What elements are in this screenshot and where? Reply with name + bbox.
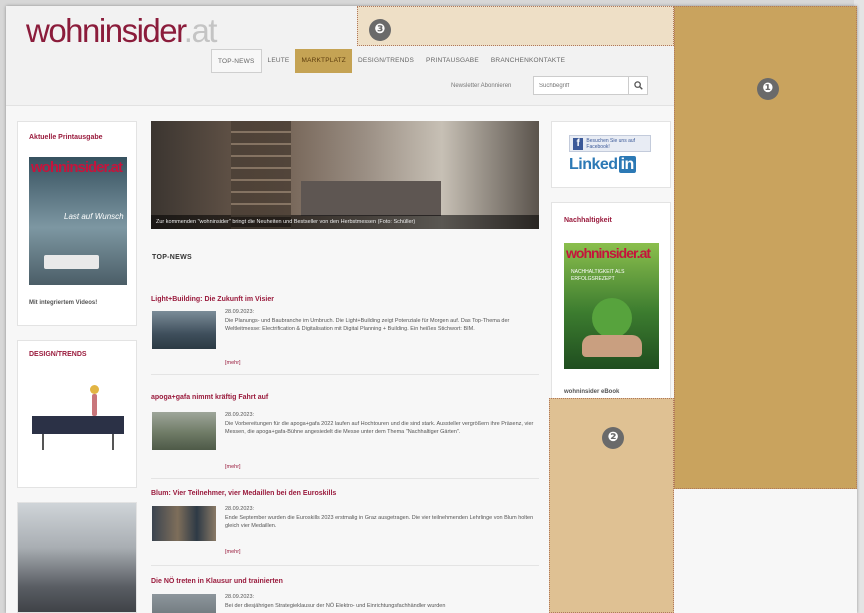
print-edition-title: Aktuelle Printausgabe: [29, 134, 103, 141]
cover-logo: wohninsider.at: [31, 159, 123, 176]
annotation-marker-2: ❷: [602, 427, 624, 449]
read-more-link[interactable]: [mehr]: [225, 360, 241, 366]
main-navigation: TOP-NEWS LEUTE MARKTPLATZ DESIGN/TRENDS …: [211, 49, 571, 73]
article-thumbnail[interactable]: [152, 311, 216, 349]
sideboard-image[interactable]: [32, 416, 124, 434]
sideboard-leg: [112, 434, 114, 450]
article-item: apoga+gafa nimmt kräftig Fahrt auf 28.09…: [151, 394, 539, 484]
linkedin-icon: in: [618, 156, 636, 173]
article-teaser: Bei der diesjährigen Strategieklausur de…: [225, 603, 446, 609]
article-teaser: Ende September wurden die Euroskills 202…: [225, 515, 534, 529]
hero-shelf: [231, 121, 291, 229]
logo-tld: .at: [183, 12, 218, 49]
nav-item-printausgabe[interactable]: PRINTAUSGABE: [420, 49, 485, 73]
nav-item-top-news[interactable]: TOP-NEWS: [211, 49, 262, 73]
sustainability-cover[interactable]: wohninsider.at NACHHALTIGKEIT ALS ERFOLG…: [564, 243, 659, 369]
article-item: Blum: Vier Teilnehmer, vier Medaillen be…: [151, 490, 539, 572]
sustainability-caption: wohninsider eBook: [564, 389, 620, 395]
annotation-marker-1: ❶: [757, 78, 779, 100]
social-box: f Besuchen Sie uns auf Facebook! Linked i…: [551, 121, 671, 188]
section-heading: TOP-NEWS: [152, 254, 192, 261]
article-item: Light+Building: Die Zukunft im Visier 28…: [151, 296, 539, 380]
building-teaser-box: [17, 502, 137, 613]
search-box: [533, 76, 648, 95]
nav-item-design-trends[interactable]: DESIGN/TRENDS: [352, 49, 420, 73]
cover-sofa-image: [44, 255, 99, 269]
print-edition-cover[interactable]: wohninsider.at Last auf Wunsch: [29, 157, 127, 285]
linkedin-link[interactable]: Linked in: [569, 156, 636, 174]
article-date: 28.09.2023:: [225, 506, 255, 512]
article-teaser: Die Planungs- und Baubranche im Umbruch.…: [225, 318, 510, 332]
print-edition-caption: Mit integriertem Videos!: [29, 300, 98, 306]
cover-logo: wohninsider.at: [566, 245, 651, 261]
building-photo[interactable]: [18, 503, 136, 612]
cover-hands-image: [582, 335, 642, 357]
article-title[interactable]: Blum: Vier Teilnehmer, vier Medaillen be…: [151, 490, 539, 497]
linkedin-text: Linked: [569, 156, 618, 173]
article-date: 28.09.2023:: [225, 594, 255, 600]
nav-item-marktplatz[interactable]: MARKTPLATZ: [295, 49, 352, 73]
read-more-link[interactable]: [mehr]: [225, 549, 241, 555]
article-title[interactable]: apoga+gafa nimmt kräftig Fahrt auf: [151, 394, 539, 401]
hero-caption: Zur kommenden "wohninsider" bringt die N…: [151, 215, 539, 229]
divider: [151, 478, 539, 479]
annotation-region-3: [357, 6, 674, 46]
nav-item-branchenkontakte[interactable]: BRANCHENKONTAKTE: [485, 49, 571, 73]
newsletter-link[interactable]: Newsletter Abonnieren: [451, 83, 511, 89]
design-trends-title: DESIGN/TRENDS: [29, 351, 87, 358]
article-title[interactable]: Die NÖ treten in Klausur und trainierten: [151, 578, 539, 585]
cover-headline: Last auf Wunsch: [64, 212, 124, 221]
read-more-link[interactable]: [mehr]: [225, 464, 241, 470]
article-thumbnail[interactable]: [152, 594, 216, 613]
cover-tree-image: [592, 298, 632, 338]
hero-kitchen-counter: [301, 181, 441, 216]
article-thumbnail[interactable]: [152, 506, 216, 541]
sideboard-leg: [42, 434, 44, 450]
nav-item-leute[interactable]: LEUTE: [262, 49, 296, 73]
logo-name: wohninsider: [26, 12, 185, 49]
sustainability-title: Nachhaltigkeit: [564, 217, 612, 224]
article-date: 28.09.2023:: [225, 412, 255, 418]
article-thumbnail[interactable]: [152, 412, 216, 450]
site-logo[interactable]: wohninsider.at: [26, 12, 218, 50]
article-title[interactable]: Light+Building: Die Zukunft im Visier: [151, 296, 539, 303]
annotation-marker-3: ❸: [369, 19, 391, 41]
hero-image[interactable]: Zur kommenden "wohninsider" bringt die N…: [151, 121, 539, 229]
facebook-icon: f: [573, 137, 584, 150]
flower-image: [90, 385, 99, 394]
search-input[interactable]: [534, 77, 628, 94]
browser-page: wohninsider.at TOP-NEWS LEUTE MARKTPLATZ…: [6, 6, 857, 613]
facebook-text: Besuchen Sie uns auf Facebook!: [586, 137, 636, 150]
search-icon: [633, 81, 643, 90]
sustainability-box: Nachhaltigkeit wohninsider.at NACHHALTIG…: [551, 202, 671, 410]
facebook-link[interactable]: f Besuchen Sie uns auf Facebook!: [569, 135, 651, 152]
article-date: 28.09.2023:: [225, 309, 255, 315]
article-teaser: Die Vorbereitungen für die apoga+gafa 20…: [225, 421, 534, 435]
vase-image: [92, 394, 97, 416]
divider: [151, 565, 539, 566]
article-item: Die NÖ treten in Klausur und trainierten…: [151, 578, 539, 613]
design-trends-box: DESIGN/TRENDS: [17, 340, 137, 488]
print-edition-box: Aktuelle Printausgabe wohninsider.at Las…: [17, 121, 137, 326]
search-button[interactable]: [628, 77, 647, 94]
cover-headline: NACHHALTIGKEIT ALS ERFOLGSREZEPT: [571, 269, 625, 282]
divider: [151, 374, 539, 375]
